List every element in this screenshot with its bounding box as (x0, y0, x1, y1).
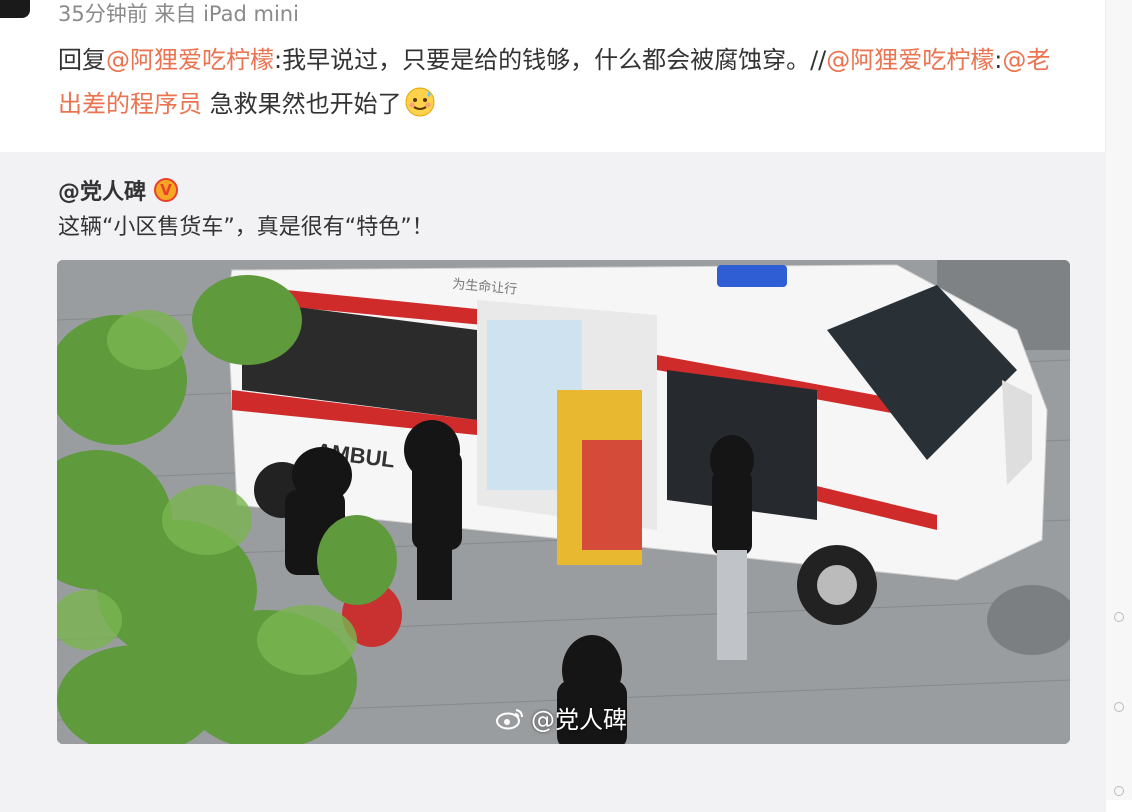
post-photo[interactable]: AMBUL 为生命让行 (57, 260, 1070, 744)
repost-author-name[interactable]: @党人碑 (58, 174, 146, 206)
photo-illustration: AMBUL 为生命让行 (57, 260, 1070, 744)
side-icon[interactable] (1114, 612, 1124, 622)
repost-text: 这辆“小区售货车”，真是很有“特色”！ (58, 215, 434, 240)
mention-link[interactable]: @阿狸爱吃柠檬 (106, 46, 274, 74)
weibo-logo-icon (496, 708, 523, 729)
avatar[interactable] (0, 0, 30, 18)
reply-prefix: 回复 (58, 46, 106, 74)
side-icon[interactable] (1114, 786, 1124, 796)
verified-icon: V (154, 178, 179, 202)
right-sidebar-strip (1105, 0, 1132, 800)
post-meta: 35分钟前 来自 iPad mini (58, 2, 299, 26)
photo-watermark: @党人碑 (495, 700, 627, 735)
reply-text: 回复@阿狸爱吃柠檬:我早说过，只要是给的钱够，什么都会被腐蚀穿。//@阿狸爱吃柠… (58, 38, 1068, 126)
side-icon[interactable] (1114, 702, 1124, 712)
reply-body-2: 急救果然也开始了 (202, 90, 402, 118)
face-with-sweat-emoji (405, 87, 435, 117)
watermark-text: @党人碑 (531, 706, 627, 734)
mention-link[interactable]: @阿狸爱吃柠檬 (826, 46, 994, 74)
action-bar (58, 788, 1068, 808)
reply-body: :我早说过，只要是给的钱够，什么都会被腐蚀穿。// (274, 46, 827, 74)
repost-author[interactable]: @党人碑 V (58, 174, 179, 206)
